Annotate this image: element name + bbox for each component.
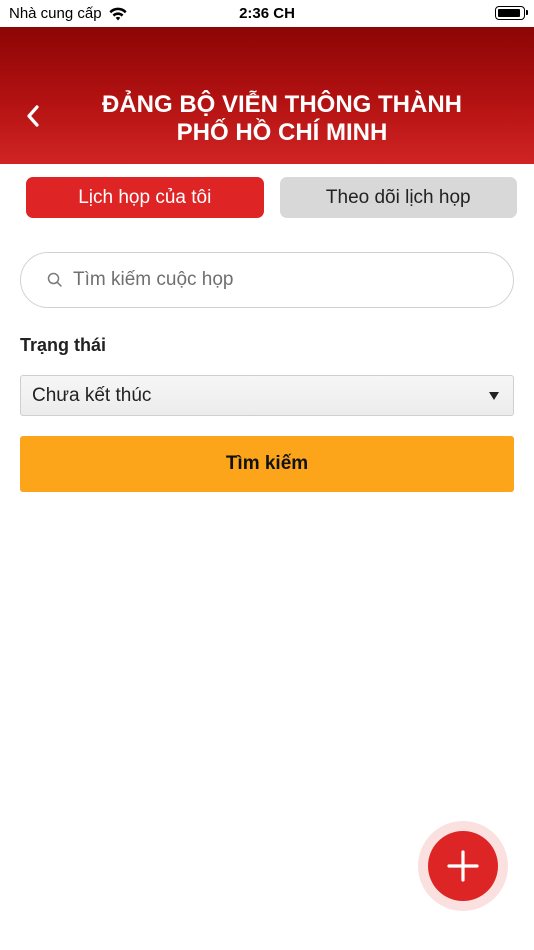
- status-select[interactable]: Chưa kết thúc: [20, 375, 514, 416]
- search-button[interactable]: Tìm kiếm: [20, 436, 514, 492]
- chevron-left-icon: [27, 105, 39, 127]
- battery-icon: [495, 6, 528, 20]
- page-title-line1: ĐẢNG BỘ VIỄN THÔNG THÀNH: [102, 91, 462, 118]
- status-bar: Nhà cung cấp 2:36 CH: [0, 0, 534, 27]
- app-header: ĐẢNG BỘ VIỄN THÔNG THÀNH PHỐ HỒ CHÍ MINH: [0, 27, 534, 164]
- page-title: ĐẢNG BỘ VIỄN THÔNG THÀNH PHỐ HỒ CHÍ MINH: [60, 91, 504, 147]
- search-box[interactable]: [20, 252, 514, 308]
- search-input[interactable]: [73, 269, 473, 291]
- status-select-value: Chưa kết thúc: [32, 384, 152, 406]
- add-meeting-button[interactable]: [428, 831, 498, 901]
- search-icon: [47, 272, 63, 288]
- page-title-line2: PHỐ HỒ CHÍ MINH: [176, 119, 388, 146]
- dropdown-arrow-icon: [489, 392, 499, 400]
- status-time: 2:36 CH: [239, 5, 295, 22]
- battery-level: [498, 9, 520, 17]
- back-button[interactable]: [18, 99, 48, 133]
- tab-my-meetings[interactable]: Lịch họp của tôi: [26, 177, 264, 218]
- tab-follow-meetings[interactable]: Theo dõi lịch họp: [279, 177, 517, 218]
- tab-bar: Lịch họp của tôi Theo dõi lịch họp: [26, 177, 517, 218]
- plus-icon: [447, 850, 479, 882]
- status-filter-label: Trạng thái: [20, 335, 107, 355]
